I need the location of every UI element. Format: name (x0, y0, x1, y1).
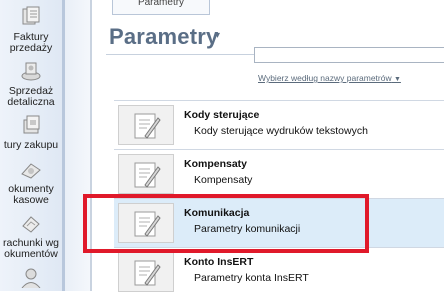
settings-doc-icon (118, 105, 174, 145)
nav-label: Sprzedaż detaliczna (7, 85, 55, 108)
search-input[interactable] (254, 47, 444, 63)
nav-item-rachunki[interactable]: rachunki wg okumentów (0, 214, 62, 260)
nav-label: Faktury przedaży (9, 31, 53, 54)
sidebar-nav: Faktury przedaży Sprzedaż detaliczna tur… (0, 0, 62, 291)
highlight-annotation (83, 194, 369, 253)
nav-item-faktury-zakupu[interactable]: tury zakupu (0, 114, 62, 151)
settings-doc-icon (118, 252, 174, 292)
filter-dropdown[interactable]: Wybierz według nazwy parametrów ▼ (258, 73, 401, 83)
nav-label: tury zakupu (3, 139, 59, 151)
chevron-down-icon[interactable]: ▾ (215, 30, 220, 41)
bills-icon (0, 214, 62, 238)
nav-label: rachunki wg okumentów (2, 237, 60, 260)
item-description: Kody sterujące wydruków tekstowych (194, 125, 368, 137)
nav-item-sprzedaz-detaliczna[interactable]: Sprzedaż detaliczna (0, 60, 62, 108)
tab-parametry[interactable]: Parametry (112, 0, 210, 15)
purchase-invoice-icon (0, 114, 62, 140)
page-title[interactable]: Parametry (109, 24, 218, 50)
item-name: Kody sterujące (184, 109, 260, 121)
item-description: Kompensaty (194, 174, 253, 186)
dropdown-arrow-icon: ▼ (394, 76, 401, 83)
nav-label: okumenty kasowe (8, 183, 54, 206)
settings-doc-icon (118, 154, 174, 194)
nav-item-faktury-sprzedazy[interactable]: Faktury przedaży (0, 6, 62, 54)
nav-item-dokumenty-kasowe[interactable]: okumenty kasowe (0, 160, 62, 206)
retail-sale-icon (0, 60, 62, 86)
list-item-kompensaty[interactable]: Kompensaty Kompensaty (114, 149, 444, 198)
cash-document-icon (0, 160, 62, 184)
invoice-icon (0, 6, 62, 32)
user-icon (0, 266, 62, 292)
filter-label: Wybierz według nazwy parametrów (258, 73, 392, 83)
list-item-kody-sterujace[interactable]: Kody sterujące Kody sterujące wydruków t… (114, 100, 444, 149)
item-description: Parametry konta InsERT (194, 272, 309, 284)
item-name: Kompensaty (184, 158, 248, 170)
nav-item-user[interactable] (0, 266, 62, 292)
item-name: Konto InsERT (184, 256, 254, 268)
list-item-konto-insert[interactable]: Konto InsERT Parametry konta InsERT (114, 247, 444, 296)
